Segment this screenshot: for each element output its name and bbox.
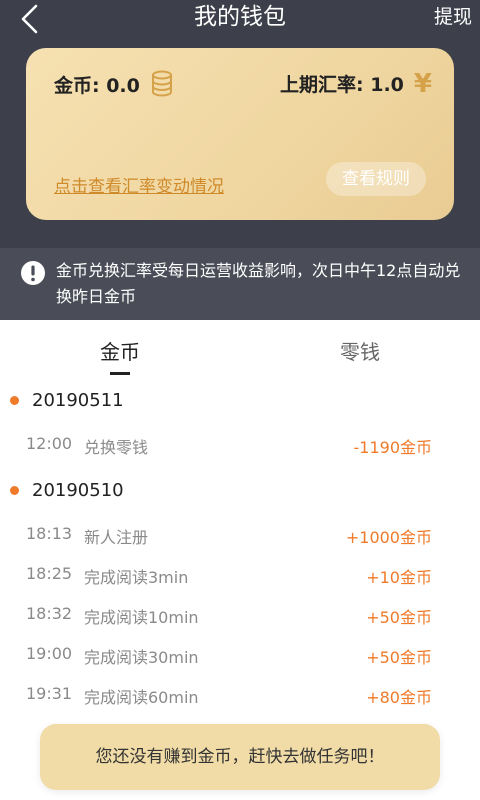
date-label: 20190510 [32,480,124,501]
exchange-rate-label: 上期汇率: 1.0 [280,74,404,96]
yen-icon: ¥ [413,68,432,99]
transaction-row: 18:25 完成阅读3min +10金币 [0,554,480,594]
date-dot-icon [10,396,19,405]
transaction-desc: 兑换零钱 [84,438,149,457]
active-tab-indicator [110,372,130,375]
transaction-row: 12:00 兑换零钱 -1190金币 [0,424,480,464]
transaction-amount: +10金币 [366,568,432,587]
transaction-amount: +50金币 [366,648,432,667]
transaction-amount: -1190金币 [353,438,433,457]
transaction-row: 19:00 完成阅读30min +50金币 [0,634,480,674]
transaction-row: 18:32 完成阅读10min +50金币 [0,594,480,634]
transaction-time: 19:31 [26,684,73,703]
transaction-amount: +1000金币 [345,528,432,547]
transaction-time: 18:13 [26,524,73,543]
wallet-card: 金币: 0.0 上期汇率: 1.0 ¥ 点击查看汇率变动情况 查看规则 [26,48,454,220]
transaction-desc: 新人注册 [84,528,149,547]
transaction-desc: 完成阅读3min [84,568,189,587]
view-rules-button[interactable]: 查看规则 [326,162,426,196]
header-area: 我的钱包 提现 金币: 0.0 上期汇率: 1.0 ¥ 点击查看汇率变动情况 查… [0,0,480,320]
date-dot-icon [10,486,19,495]
notice-bar: 金币兑换汇率受每日运营收益影响，次日中午12点自动兑换昨日金币 [0,248,480,320]
chevron-left-icon [21,4,38,34]
tab-coins[interactable]: 金币 [60,336,180,365]
date-header: 20190510 [0,470,480,514]
back-button[interactable] [14,2,48,36]
notice-text: 金币兑换汇率受每日运营收益影响，次日中午12点自动兑换昨日金币 [56,261,461,306]
coin-stack-icon [151,70,172,97]
exchange-rate: 上期汇率: 1.0 ¥ [280,70,432,97]
transaction-desc: 完成阅读60min [84,688,199,707]
transaction-amount: +80金币 [366,688,432,707]
date-label: 20190511 [32,390,124,411]
transaction-row: 19:31 完成阅读60min +80金币 [0,674,480,714]
page-title: 我的钱包 [194,4,286,30]
transaction-row: 18:13 新人注册 +1000金币 [0,514,480,554]
rate-history-link[interactable]: 点击查看汇率变动情况 [54,172,224,197]
withdraw-button[interactable]: 提现 [434,6,472,28]
transaction-time: 19:00 [26,644,73,663]
transaction-time: 18:32 [26,604,73,623]
transaction-list: 20190511 12:00 兑换零钱 -1190金币 20190510 18:… [0,380,480,714]
wallet-tabs: 金币 零钱 [0,320,480,380]
transaction-desc: 完成阅读10min [84,608,199,627]
exclamation-icon [21,261,45,285]
date-header: 20190511 [0,380,480,424]
coin-balance: 金币: 0.0 [54,70,174,98]
tab-change[interactable]: 零钱 [300,336,420,365]
earn-coins-prompt[interactable]: 您还没有赚到金币，赶快去做任务吧！ [40,724,440,790]
coin-balance-label: 金币: 0.0 [54,74,140,97]
transaction-time: 12:00 [26,434,73,453]
transaction-desc: 完成阅读30min [84,648,199,667]
transaction-amount: +50金币 [366,608,432,627]
transaction-time: 18:25 [26,564,73,583]
